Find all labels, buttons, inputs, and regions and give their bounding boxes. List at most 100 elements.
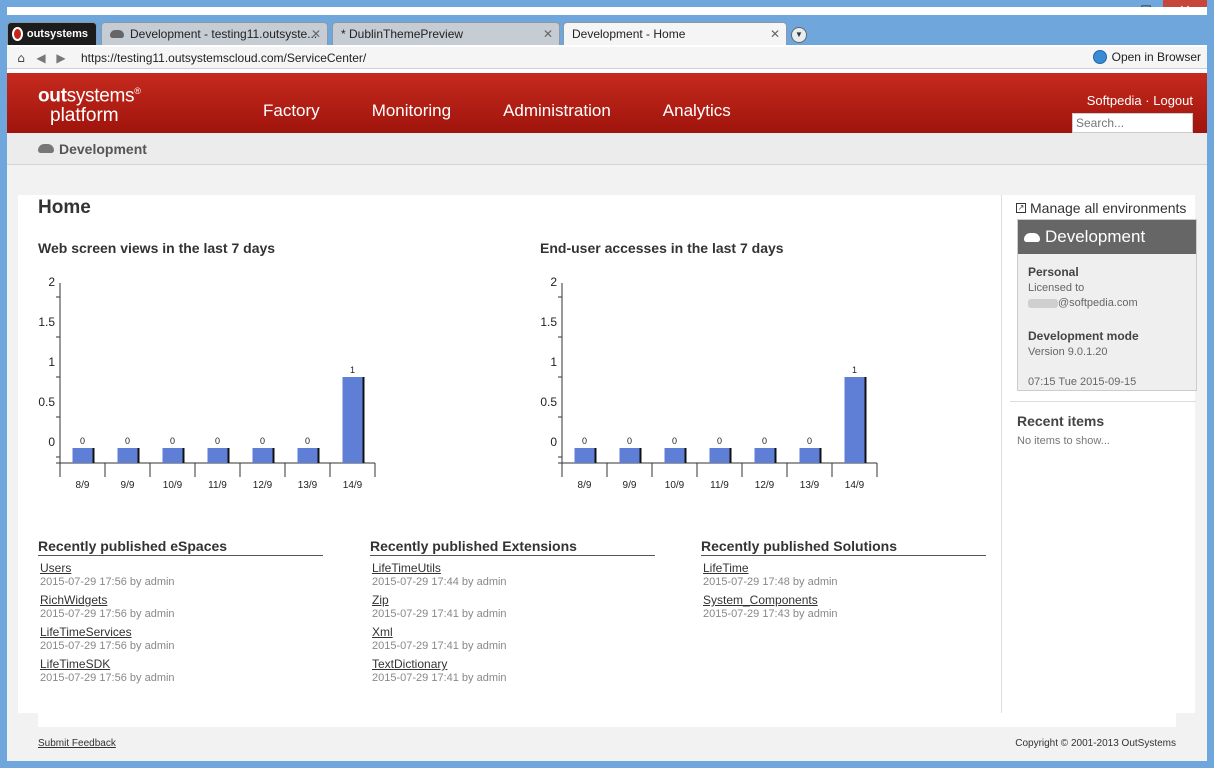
nav-analytics[interactable]: Analytics xyxy=(663,101,731,121)
nav-factory[interactable]: Factory xyxy=(263,101,320,121)
list-item: LifeTimeUtils 2015-07-29 17:44 by admin xyxy=(370,561,655,588)
back-icon[interactable]: ◀ xyxy=(31,51,51,65)
address-bar: ⌂ ◀ ▶ https://testing11.outsystemscloud.… xyxy=(7,47,1207,69)
environment-sidebar: ↗ Manage all environments Development Pe… xyxy=(1001,195,1197,713)
y-tick-label: 2 xyxy=(550,275,557,289)
bar xyxy=(619,448,640,463)
licensed-email: @softpedia.com xyxy=(1058,297,1138,309)
espace-link[interactable]: LifeTimeServices xyxy=(40,625,323,639)
espace-meta: 2015-07-29 17:56 by admin xyxy=(40,576,175,588)
divider xyxy=(1010,401,1196,402)
data-label: 0 xyxy=(260,436,265,446)
solution-meta: 2015-07-29 17:43 by admin xyxy=(703,608,838,620)
tab-close-icon[interactable]: ✕ xyxy=(543,27,553,41)
tab-dublin-theme-preview[interactable]: * DublinThemePreview ✕ xyxy=(332,22,560,45)
extension-link[interactable]: Xml xyxy=(372,625,655,639)
nav-monitoring[interactable]: Monitoring xyxy=(372,101,451,121)
bar xyxy=(342,377,363,463)
y-tick-label: 1 xyxy=(550,355,557,369)
list-item: Xml 2015-07-29 17:41 by admin xyxy=(370,625,655,652)
tab-development-testing[interactable]: Development - testing11.outsyste... ✕ xyxy=(101,22,328,45)
forward-icon[interactable]: ▶ xyxy=(51,51,71,65)
list-item: Users 2015-07-29 17:56 by admin xyxy=(38,561,323,588)
x-tick-label: 8/9 xyxy=(578,480,592,491)
cloud-icon xyxy=(1024,232,1040,242)
list-item: RichWidgets 2015-07-29 17:56 by admin xyxy=(38,593,323,620)
y-tick-label: 0.5 xyxy=(38,395,55,409)
submit-feedback-link[interactable]: Submit Feedback xyxy=(38,738,116,749)
logout-link[interactable]: Logout xyxy=(1153,93,1193,108)
x-tick-label: 14/9 xyxy=(845,480,865,491)
environment-datetime: 07:15 Tue 2015-09-15 xyxy=(1028,376,1137,388)
y-tick-label: 0 xyxy=(48,435,55,449)
data-label: 0 xyxy=(807,436,812,446)
user-links: Softpedia · Logout xyxy=(1087,93,1193,108)
open-in-browser-button[interactable]: Open in Browser xyxy=(1092,50,1201,64)
globe-icon xyxy=(1092,50,1107,64)
recent-items-empty: No items to show... xyxy=(1017,435,1110,447)
outsystems-platform-logo[interactable]: outsystems® platform xyxy=(38,81,141,126)
outsystems-logo-icon xyxy=(12,27,23,41)
tab-close-icon[interactable]: ✕ xyxy=(770,27,780,41)
data-label: 0 xyxy=(80,436,85,446)
espace-link[interactable]: Users xyxy=(40,561,323,575)
page-title: Home xyxy=(38,197,91,218)
manage-environments-label: Manage all environments xyxy=(1030,200,1187,216)
x-tick-label: 13/9 xyxy=(800,480,820,491)
data-label: 1 xyxy=(350,365,355,375)
url-field[interactable]: https://testing11.outsystemscloud.com/Se… xyxy=(81,51,366,65)
extension-link[interactable]: LifeTimeUtils xyxy=(372,561,655,575)
published-solutions: Recently published Solutions LifeTime 201… xyxy=(701,538,986,620)
x-tick-label: 12/9 xyxy=(253,480,273,491)
x-tick-label: 11/9 xyxy=(710,480,729,491)
environment-mode: Development mode xyxy=(1028,329,1139,343)
cloud-icon xyxy=(110,30,124,38)
recent-items-title: Recent items xyxy=(1017,413,1105,429)
bar xyxy=(297,448,318,463)
end-user-chart-title: End-user accesses in the last 7 days xyxy=(540,240,784,256)
solution-link[interactable]: System_Components xyxy=(703,593,986,607)
list-item: TextDictionary 2015-07-29 17:41 by admin xyxy=(370,657,655,684)
tab-label: * DublinThemePreview xyxy=(341,27,464,41)
espace-link[interactable]: RichWidgets xyxy=(40,593,323,607)
y-tick-label: 1 xyxy=(48,355,55,369)
nav-administration[interactable]: Administration xyxy=(503,101,611,121)
tab-close-icon[interactable]: ✕ xyxy=(311,27,321,41)
x-tick-label: 8/9 xyxy=(76,480,90,491)
environment-header: Development xyxy=(1018,220,1196,254)
bar xyxy=(574,448,595,463)
x-tick-label: 11/9 xyxy=(208,480,227,491)
espace-meta: 2015-07-29 17:56 by admin xyxy=(40,672,175,684)
data-label: 0 xyxy=(170,436,175,446)
extension-link[interactable]: Zip xyxy=(372,593,655,607)
app-header: outsystems® platform Factory Monitoring … xyxy=(7,73,1207,133)
tab-development-home[interactable]: Development - Home ✕ xyxy=(563,22,787,45)
list-item: Zip 2015-07-29 17:41 by admin xyxy=(370,593,655,620)
breadcrumb-label[interactable]: Development xyxy=(59,141,147,157)
extension-meta: 2015-07-29 17:41 by admin xyxy=(372,672,507,684)
data-label: 0 xyxy=(305,436,310,446)
x-tick-label: 10/9 xyxy=(163,480,183,491)
espace-meta: 2015-07-29 17:56 by admin xyxy=(40,608,175,620)
web-views-chart-title: Web screen views in the last 7 days xyxy=(38,240,276,256)
solution-link[interactable]: LifeTime xyxy=(703,561,986,575)
manage-environments-link[interactable]: ↗ Manage all environments xyxy=(1016,200,1186,216)
search-input[interactable] xyxy=(1072,113,1193,133)
published-extensions-title: Recently published Extensions xyxy=(370,538,655,556)
bar xyxy=(754,448,775,463)
espace-link[interactable]: LifeTimeSDK xyxy=(40,657,323,671)
published-extensions: Recently published Extensions LifeTimeUt… xyxy=(370,538,655,684)
copyright: Copyright © 2001-2013 OutSystems xyxy=(1015,738,1176,749)
extension-meta: 2015-07-29 17:41 by admin xyxy=(372,608,507,620)
logo-registered-mark: ® xyxy=(134,86,141,96)
data-label: 0 xyxy=(215,436,220,446)
end-user-bar-chart: 0 0.5 1 1.5 2 0 8/9 0 9/9 0 10/9 0 11/9 0 12/9 0 13/9 1 14… xyxy=(540,275,878,491)
extension-link[interactable]: TextDictionary xyxy=(372,657,655,671)
external-link-icon: ↗ xyxy=(1016,203,1026,213)
user-link[interactable]: Softpedia xyxy=(1087,93,1142,108)
tab-outsystems[interactable]: outsystems xyxy=(7,22,97,45)
tab-list-dropdown-icon[interactable]: ▼ xyxy=(791,27,807,43)
home-icon[interactable]: ⌂ xyxy=(11,51,31,65)
redacted-username xyxy=(1028,298,1058,308)
cloud-icon xyxy=(38,144,54,153)
